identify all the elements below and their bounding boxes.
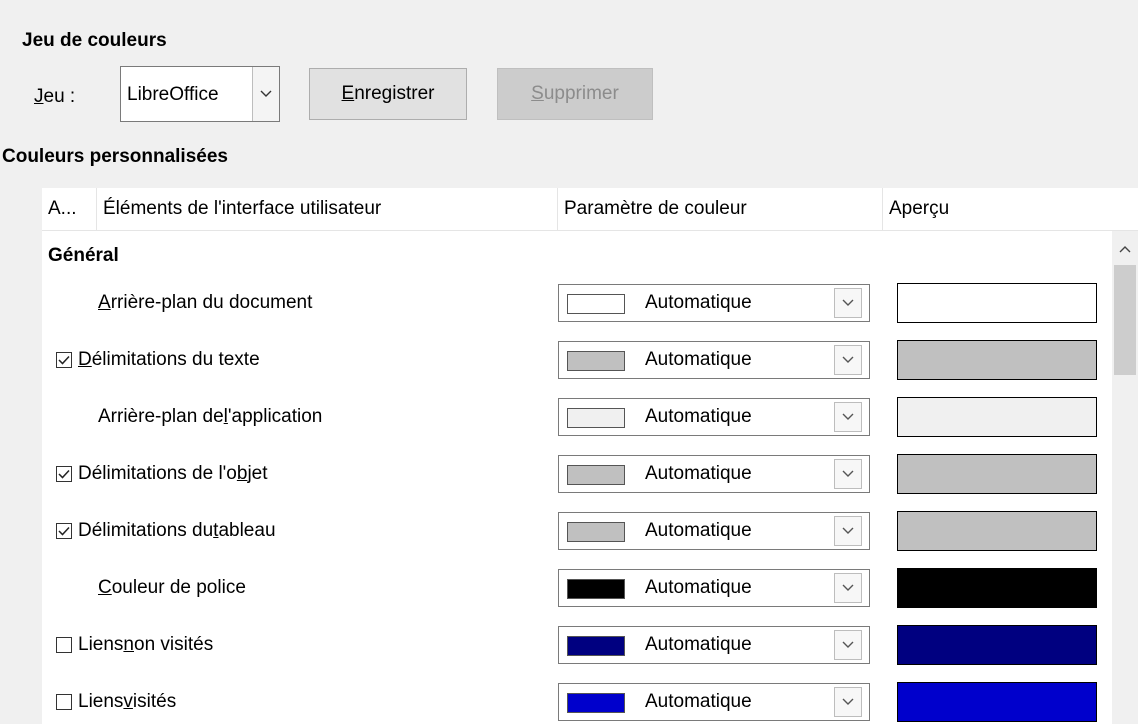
color-swatch [567, 294, 625, 314]
color-swatch [567, 351, 625, 371]
color-swatch [567, 465, 625, 485]
color-swatch [567, 408, 625, 428]
chevron-down-icon[interactable] [834, 288, 862, 318]
color-setting-dropdown[interactable]: Automatique [558, 341, 870, 379]
table-row[interactable]: Liens v isités Automatique [42, 674, 1112, 724]
delete-button[interactable]: Supprimer [497, 68, 653, 120]
scrollbar-thumb[interactable] [1114, 265, 1136, 375]
save-button[interactable]: Enregistrer [309, 68, 467, 120]
checkmark-icon [58, 526, 70, 536]
row-label: Délimitations du texte [78, 349, 260, 370]
color-setting-value: Automatique [645, 463, 752, 484]
color-setting-value: Automatique [645, 520, 752, 541]
color-setting-value: Automatique [645, 406, 752, 427]
color-setting-dropdown[interactable]: Automatique [558, 398, 870, 436]
column-header-preview[interactable]: Aperçu [883, 188, 1138, 230]
color-elements-list: Général Arrière-plan du document Automati… [42, 231, 1112, 724]
row-label: Arrière-plan du document [98, 292, 313, 313]
color-preview [897, 283, 1097, 323]
chevron-down-icon[interactable] [252, 67, 279, 121]
chevron-down-icon[interactable] [834, 402, 862, 432]
color-setting-value: Automatique [645, 292, 752, 313]
color-preview [897, 511, 1097, 551]
color-setting-dropdown[interactable]: Automatique [558, 683, 870, 721]
row-label: Délimitations du t ableau [78, 520, 276, 541]
table-header: A... Éléments de l'interface utilisateur… [42, 188, 1138, 231]
chevron-down-icon[interactable] [834, 573, 862, 603]
column-header-element[interactable]: Éléments de l'interface utilisateur [97, 188, 558, 230]
color-swatch [567, 636, 625, 656]
color-setting-value: Automatique [645, 349, 752, 370]
table-row[interactable]: Couleur de police Automatique [42, 560, 1112, 616]
checkmark-icon [58, 355, 70, 365]
table-row[interactable]: Délimitations du t ableau Automatique [42, 503, 1112, 559]
table-row[interactable]: Délimitations de l'o b jet Automatique [42, 446, 1112, 502]
chevron-down-icon[interactable] [834, 345, 862, 375]
color-setting-value: Automatique [645, 577, 752, 598]
chevron-down-icon[interactable] [834, 630, 862, 660]
color-setting-value: Automatique [645, 634, 752, 655]
color-setting-dropdown[interactable]: Automatique [558, 284, 870, 322]
color-preview [897, 568, 1097, 608]
chevron-down-icon[interactable] [834, 516, 862, 546]
checkmark-icon [58, 469, 70, 479]
table-row[interactable]: Arrière-plan du document Automatique [42, 275, 1112, 331]
table-row[interactable]: Liens n on visités Automatique [42, 617, 1112, 673]
row-checkbox[interactable] [56, 352, 72, 368]
color-preview [897, 625, 1097, 665]
scheme-select[interactable]: LibreOffice [120, 66, 280, 122]
scheme-select-value: LibreOffice [127, 84, 219, 105]
table-row[interactable]: Arrière-plan de l'application Automatique [42, 389, 1112, 445]
row-checkbox[interactable] [56, 466, 72, 482]
color-setting-dropdown[interactable]: Automatique [558, 626, 870, 664]
scroll-up-arrow-icon[interactable] [1112, 239, 1138, 259]
color-setting-value: Automatique [645, 691, 752, 712]
row-label: Arrière-plan de l'application [98, 406, 323, 427]
custom-colors-section-title: Couleurs personnalisées [2, 146, 228, 167]
row-checkbox[interactable] [56, 523, 72, 539]
scheme-label: Jeu : [34, 86, 76, 107]
color-setting-dropdown[interactable]: Automatique [558, 512, 870, 550]
table-row[interactable]: Délimitations du texte Automatique [42, 332, 1112, 388]
row-checkbox[interactable] [56, 694, 72, 710]
color-swatch [567, 522, 625, 542]
row-label: Couleur de police [98, 577, 246, 598]
vertical-scrollbar[interactable] [1112, 231, 1138, 724]
scheme-section-title: Jeu de couleurs [22, 30, 167, 51]
color-preview [897, 397, 1097, 437]
column-header-setting[interactable]: Paramètre de couleur [558, 188, 883, 230]
color-swatch [567, 579, 625, 599]
group-label-general: Général [48, 245, 119, 266]
chevron-down-icon[interactable] [834, 459, 862, 489]
color-preview [897, 454, 1097, 494]
color-setting-dropdown[interactable]: Automatique [558, 455, 870, 493]
column-header-active[interactable]: A... [42, 188, 97, 230]
color-swatch [567, 693, 625, 713]
row-label: Liens n on visités [78, 634, 214, 655]
row-checkbox[interactable] [56, 637, 72, 653]
row-label: Délimitations de l'o b jet [78, 463, 268, 484]
row-label: Liens v isités [78, 691, 177, 712]
color-preview [897, 682, 1097, 722]
chevron-down-icon[interactable] [834, 687, 862, 717]
color-preview [897, 340, 1097, 380]
color-setting-dropdown[interactable]: Automatique [558, 569, 870, 607]
